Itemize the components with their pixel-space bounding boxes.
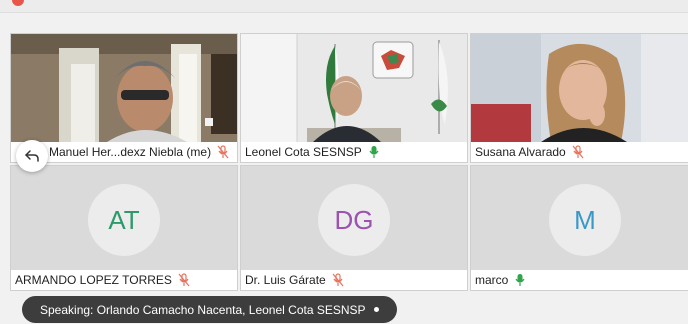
participant-name-bar: marco: [471, 270, 688, 290]
participant-avatar: M: [549, 184, 621, 256]
mic-on-icon[interactable]: [368, 145, 380, 159]
participant-tile[interactable]: DG Dr. Luis Gárate: [240, 165, 468, 291]
participant-video: [471, 34, 688, 142]
participant-name: Leonel Cota SESNSP: [245, 145, 362, 159]
participant-avatar: AT: [88, 184, 160, 256]
speaking-text: Speaking: Orlando Camacho Nacenta, Leone…: [40, 302, 366, 317]
avatar-initials: DG: [334, 204, 374, 235]
participant-tile[interactable]: Susana Alvarado: [470, 33, 688, 163]
participant-name-bar: Dr. Luis Gárate: [241, 270, 467, 290]
participant-name: Dr. Luis Gárate: [245, 273, 326, 287]
participant-tile[interactable]: M marco: [470, 165, 688, 291]
participant-name-bar: Susana Alvarado: [471, 142, 688, 162]
participant-tile[interactable]: AT ARMANDO LOPEZ TORRES: [10, 165, 238, 291]
participant-name-bar: ARMANDO LOPEZ TORRES: [11, 270, 237, 290]
mic-off-icon[interactable]: [217, 145, 229, 159]
mic-off-icon[interactable]: [178, 273, 190, 287]
record-indicator-icon: [12, 0, 24, 6]
top-bar: [0, 0, 688, 13]
mic-off-icon[interactable]: [332, 273, 344, 287]
participant-name-bar: Leonel Cota SESNSP: [241, 142, 467, 162]
mic-off-icon[interactable]: [572, 145, 584, 159]
participant-video: [241, 34, 467, 142]
participant-name: Manuel Her...dexz Niebla (me): [49, 145, 212, 159]
participant-tile[interactable]: Leonel Cota SESNSP: [240, 33, 468, 163]
back-button[interactable]: [16, 140, 48, 172]
mic-on-icon[interactable]: [514, 273, 526, 287]
participant-avatar: DG: [318, 184, 390, 256]
avatar-initials: M: [574, 204, 596, 235]
participant-video: [11, 34, 237, 142]
participant-tile[interactable]: Manuel Her...dexz Niebla (me): [10, 33, 238, 163]
participant-name: ARMANDO LOPEZ TORRES: [15, 273, 172, 287]
participant-name: Susana Alvarado: [475, 145, 566, 159]
participant-name: marco: [475, 273, 509, 287]
avatar-initials: AT: [108, 204, 140, 235]
speaking-indicator: Speaking: Orlando Camacho Nacenta, Leone…: [22, 296, 397, 323]
speaking-dot-icon: [373, 307, 379, 312]
arrow-back-icon: [25, 150, 39, 162]
